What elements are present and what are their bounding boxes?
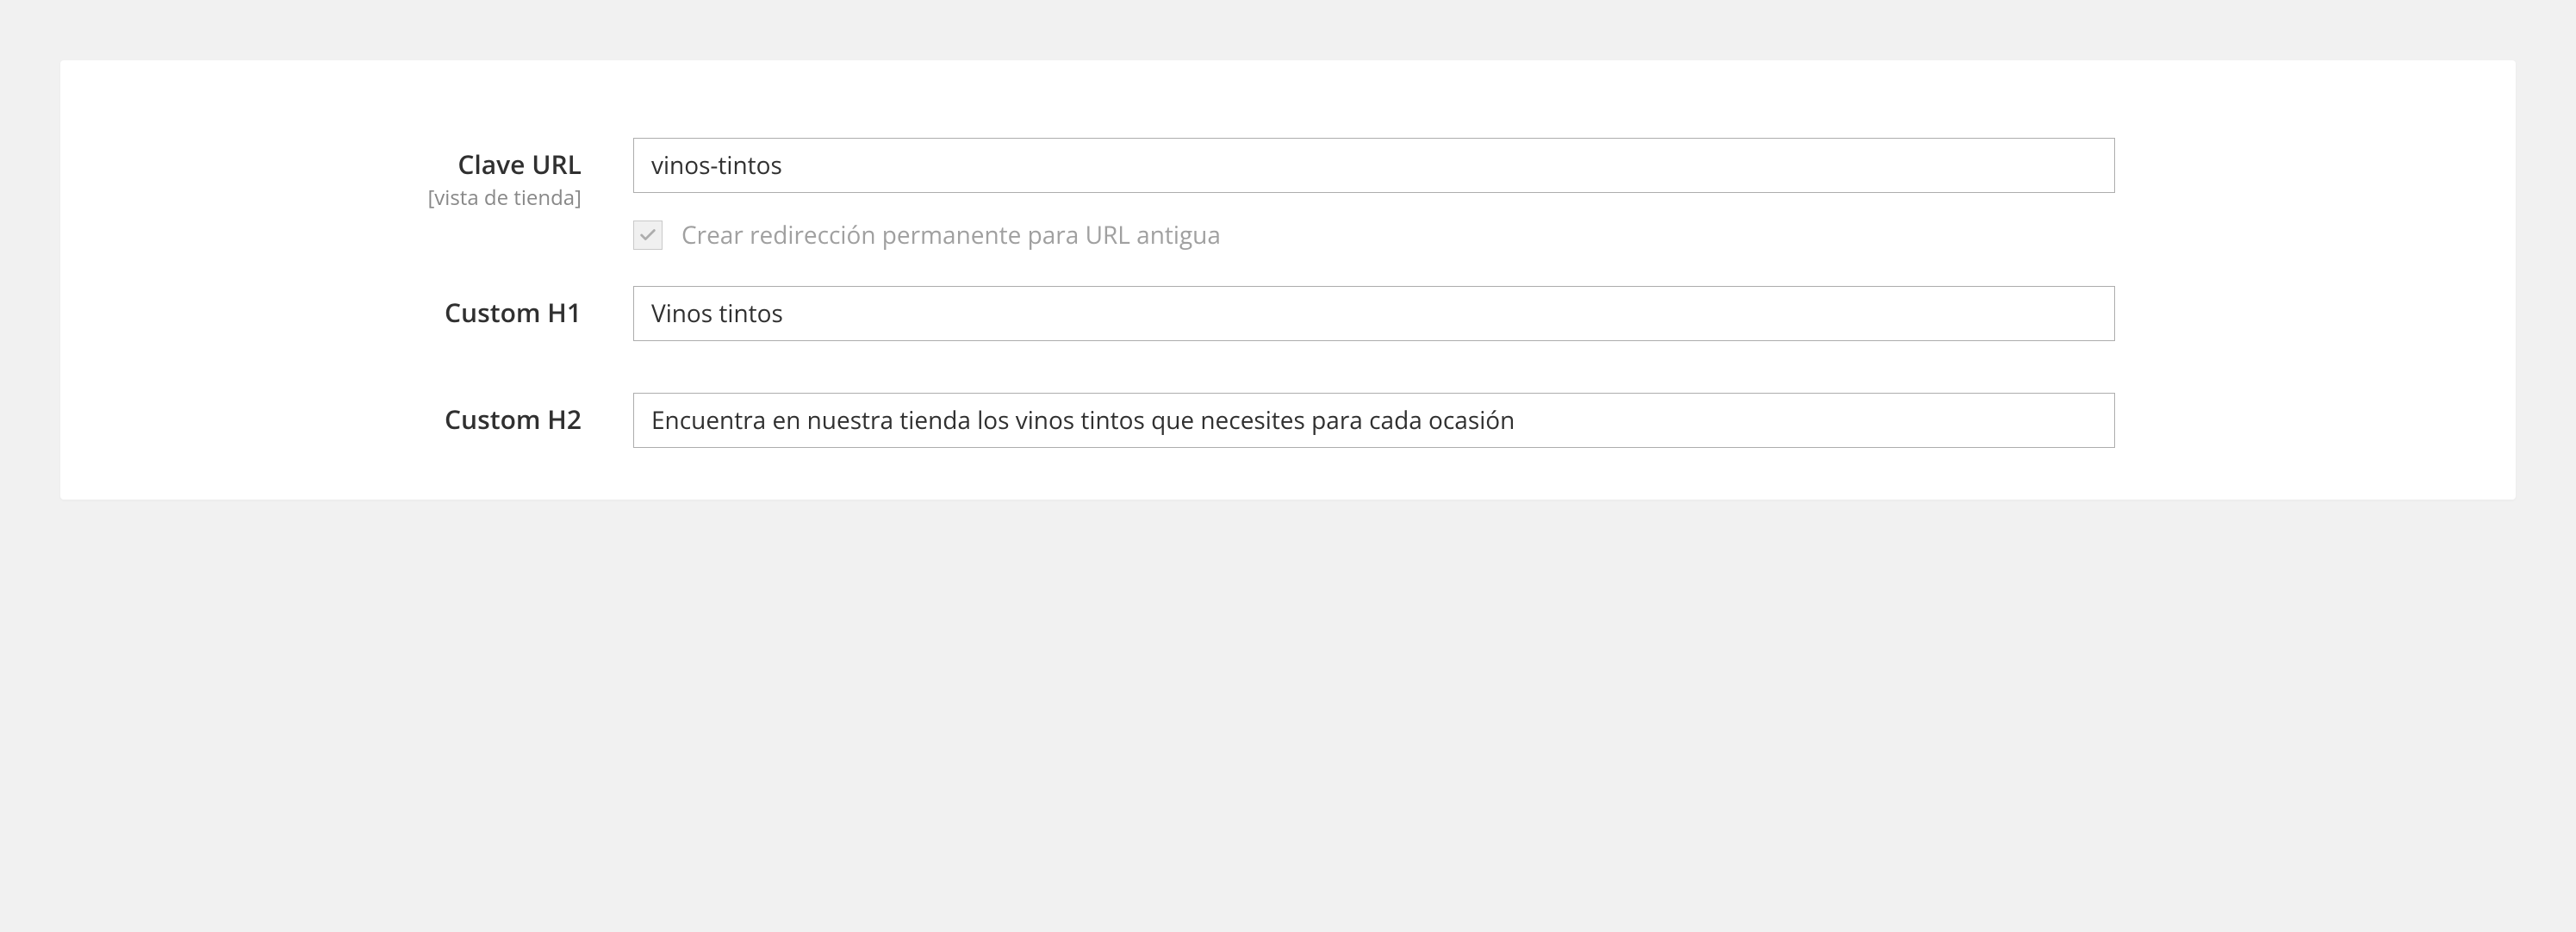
custom-h1-label: Custom H1: [138, 295, 582, 330]
custom-h2-input[interactable]: [633, 393, 2115, 448]
custom-h1-input[interactable]: [633, 286, 2115, 341]
permanent-redirect-checkbox[interactable]: [633, 221, 663, 250]
permanent-redirect-label: Crear redirección permanente para URL an…: [681, 219, 1221, 252]
custom-h2-row: Custom H2: [138, 393, 2438, 448]
custom-h2-label: Custom H2: [138, 401, 582, 437]
custom-h1-control: [633, 286, 2438, 341]
url-key-input[interactable]: [633, 138, 2115, 193]
seo-settings-panel: Clave URL [vista de tienda] Crear redire…: [60, 60, 2516, 500]
url-key-control: Crear redirección permanente para URL an…: [633, 138, 2438, 252]
url-key-label: Clave URL: [138, 146, 582, 182]
check-icon: [638, 226, 657, 245]
custom-h2-control: [633, 393, 2438, 448]
custom-h2-label-col: Custom H2: [138, 393, 633, 437]
custom-h1-label-col: Custom H1: [138, 286, 633, 330]
url-key-label-col: Clave URL [vista de tienda]: [138, 138, 633, 212]
custom-h1-row: Custom H1: [138, 286, 2438, 341]
url-key-scope: [vista de tienda]: [138, 183, 582, 212]
url-key-row: Clave URL [vista de tienda] Crear redire…: [138, 138, 2438, 252]
permanent-redirect-row: Crear redirección permanente para URL an…: [633, 219, 2438, 252]
